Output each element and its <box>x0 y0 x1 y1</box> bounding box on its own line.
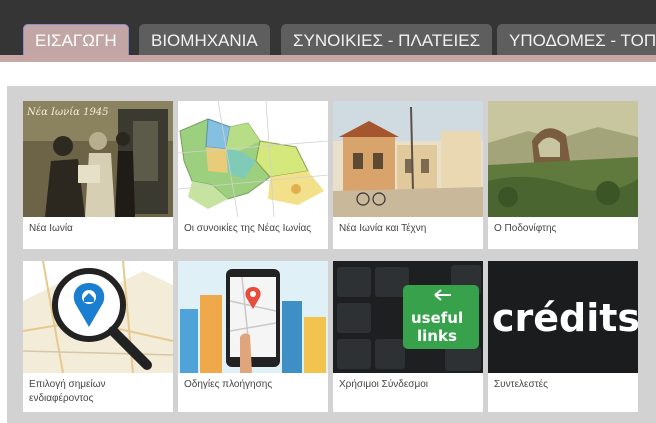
card-odigies-ploigisis[interactable]: Οδηγίες πλοήγησης <box>178 261 328 412</box>
card-simeia-endiaferontos[interactable]: Επιλογή σημείων ενδιαφέροντος <box>23 261 173 412</box>
tab-strip <box>0 62 656 70</box>
card-caption-simeia: Επιλογή σημείων ενδιαφέροντος <box>29 379 106 404</box>
historic-photo-icon: Νέα Ιωνία 1945 <box>23 101 173 217</box>
landscape-painting-icon <box>488 101 638 217</box>
card-caption-syntelestes: Συντελεστές <box>494 379 548 390</box>
thumb-text-nea-ionia: Νέα Ιωνία 1945 <box>26 107 109 118</box>
card-caption-techni: Νέα Ιωνία και Τέχνη <box>339 223 427 234</box>
svg-text:links: links <box>417 327 457 345</box>
card-caption-podoniftis: Ο Ποδονίφτης <box>494 223 557 234</box>
credits-icon: crédits <box>488 261 638 373</box>
card-caption-syndesmoi: Χρήσιμοι Σύνδεσμοι <box>339 379 429 390</box>
tab-bar: ΕΙΣΑΓΩΓΗ ΒΙΟΜΗΧΑΝΙΑ ΣΥΝΟΙΚΙΕΣ - ΠΛΑΤΕΙΕΣ… <box>0 0 656 62</box>
tab-ypodomes[interactable]: ΥΠΟΔΟΜΕΣ - ΤΟΠ <box>497 24 656 58</box>
card-synoikies[interactable]: Οι συνοικίες της Νέας Ιωνίας <box>178 101 328 249</box>
card-podoniftis[interactable]: Ο Ποδονίφτης <box>488 101 638 249</box>
card-syntelestes[interactable]: crédits Συντελεστές <box>488 261 638 412</box>
tab-viomichania[interactable]: ΒΙΟΜΗΧΑΝΙΑ <box>139 24 270 58</box>
keyboard-key-icon: useful links <box>333 261 483 373</box>
card-caption-nea-ionia: Νέα Ιωνία <box>29 223 73 234</box>
card-caption-synoikies: Οι συνοικίες της Νέας Ιωνίας <box>184 223 312 234</box>
painting-icon <box>333 101 483 217</box>
card-gallery: Νέα Ιωνία 1945 Νέα Ιωνία Οι συνοικίες τη… <box>7 86 656 423</box>
svg-text:useful: useful <box>411 309 463 327</box>
tab-synoikies-plateies[interactable]: ΣΥΝΟΙΚΙΕΣ - ΠΛΑΤΕΙΕΣ <box>281 24 493 58</box>
credits-text: crédits <box>492 296 638 340</box>
district-map-icon <box>178 101 328 217</box>
tab-eisagogi[interactable]: ΕΙΣΑΓΩΓΗ <box>23 24 129 58</box>
card-chrisimoi-syndesmoi[interactable]: useful links Χρήσιμοι Σύνδεσμοι <box>333 261 483 412</box>
map-magnifier-pin-icon <box>23 261 173 373</box>
card-techni[interactable]: Νέα Ιωνία και Τέχνη <box>333 101 483 249</box>
card-nea-ionia[interactable]: Νέα Ιωνία 1945 Νέα Ιωνία <box>23 101 173 249</box>
card-caption-odigies: Οδηγίες πλοήγησης <box>184 379 273 390</box>
phone-navigation-icon <box>178 261 328 373</box>
